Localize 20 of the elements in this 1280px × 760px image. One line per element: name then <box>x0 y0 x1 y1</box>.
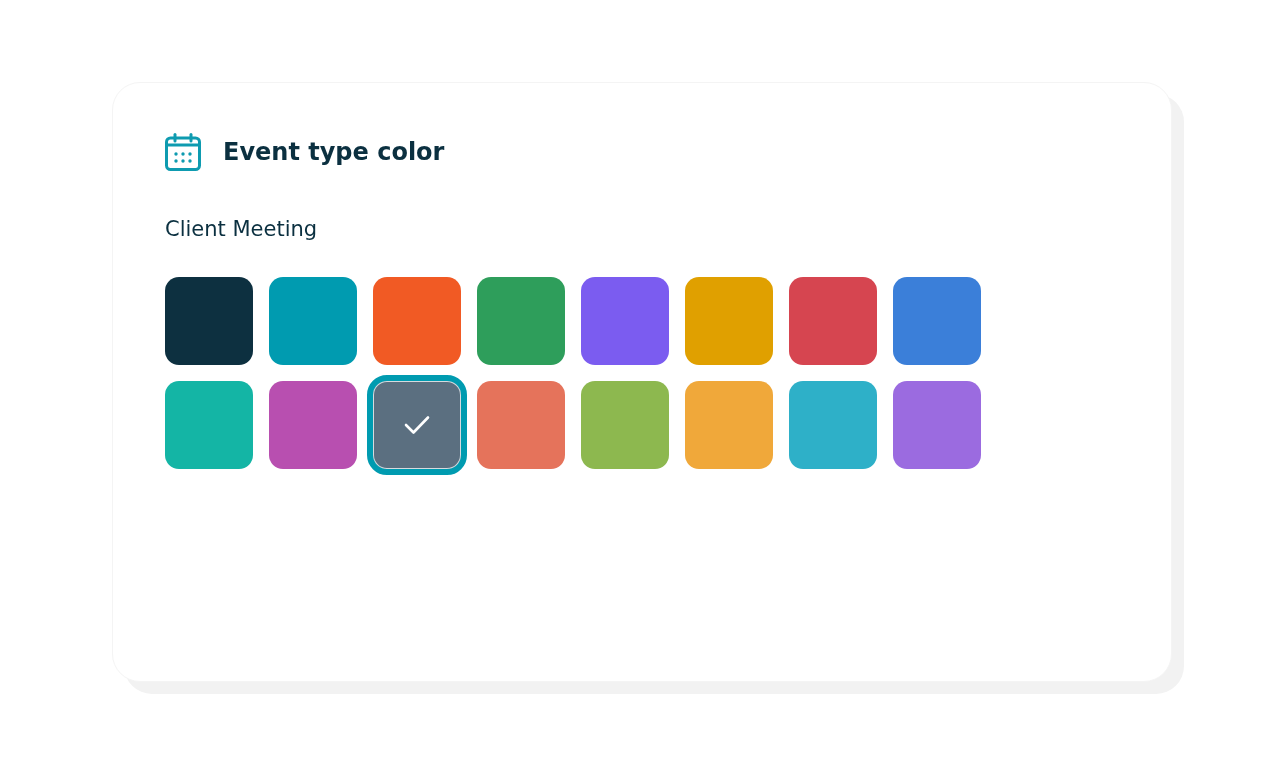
check-icon <box>404 415 430 435</box>
color-swatch[interactable] <box>789 277 877 365</box>
color-swatch[interactable] <box>165 277 253 365</box>
color-swatch[interactable] <box>685 381 773 469</box>
event-type-label: Client Meeting <box>165 217 318 243</box>
color-swatch[interactable] <box>581 277 669 365</box>
color-swatch[interactable] <box>893 277 981 365</box>
color-swatch[interactable] <box>269 277 357 365</box>
color-swatch[interactable] <box>789 381 877 469</box>
card-title: Event type color <box>223 137 445 167</box>
color-swatch[interactable] <box>581 381 669 469</box>
color-swatch[interactable] <box>367 375 467 475</box>
color-swatch[interactable] <box>893 381 981 469</box>
color-swatch[interactable] <box>373 277 461 365</box>
color-swatch[interactable] <box>685 277 773 365</box>
color-swatch[interactable] <box>477 381 565 469</box>
color-swatch[interactable] <box>165 381 253 469</box>
color-swatch[interactable] <box>477 277 565 365</box>
color-swatch[interactable] <box>269 381 357 469</box>
calendar-icon <box>165 133 201 171</box>
